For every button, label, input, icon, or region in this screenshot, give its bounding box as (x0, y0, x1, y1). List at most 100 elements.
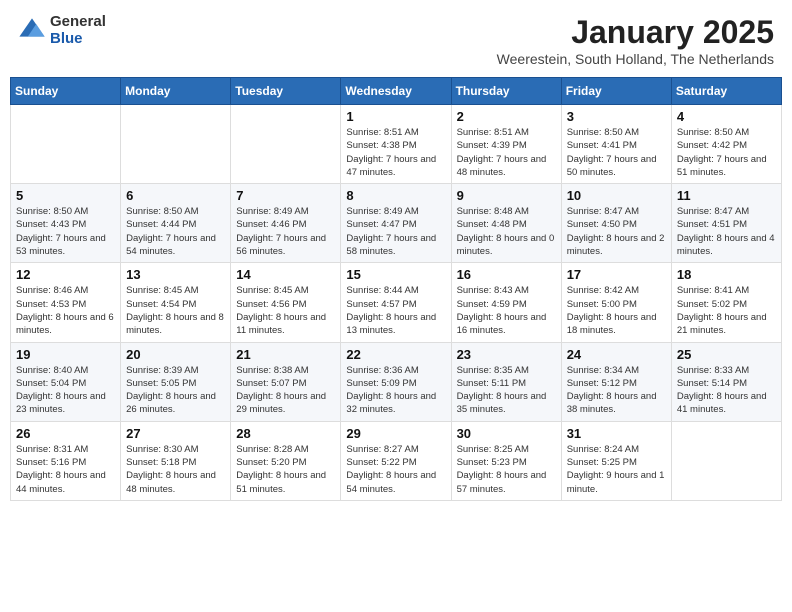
day-info: Sunrise: 8:50 AM Sunset: 4:43 PM Dayligh… (16, 205, 115, 258)
table-row: 10 Sunrise: 8:47 AM Sunset: 4:50 PM Dayli… (561, 184, 671, 263)
table-row: 17 Sunrise: 8:42 AM Sunset: 5:00 PM Dayli… (561, 263, 671, 342)
day-info: Sunrise: 8:47 AM Sunset: 4:50 PM Dayligh… (567, 205, 666, 258)
table-row: 22 Sunrise: 8:36 AM Sunset: 5:09 PM Dayli… (341, 342, 451, 421)
table-row: 29 Sunrise: 8:27 AM Sunset: 5:22 PM Dayli… (341, 421, 451, 500)
table-row: 1 Sunrise: 8:51 AM Sunset: 4:38 PM Daylig… (341, 105, 451, 184)
day-number: 16 (457, 267, 556, 282)
title-block: January 2025 Weerestein, South Holland, … (497, 14, 774, 67)
calendar-table: Sunday Monday Tuesday Wednesday Thursday… (10, 77, 782, 501)
day-info: Sunrise: 8:38 AM Sunset: 5:07 PM Dayligh… (236, 364, 335, 417)
page-header: General Blue January 2025 Weerestein, So… (10, 10, 782, 71)
day-info: Sunrise: 8:40 AM Sunset: 5:04 PM Dayligh… (16, 364, 115, 417)
table-row: 3 Sunrise: 8:50 AM Sunset: 4:41 PM Daylig… (561, 105, 671, 184)
table-row: 11 Sunrise: 8:47 AM Sunset: 4:51 PM Dayli… (671, 184, 781, 263)
table-row: 4Sunrise: 8:50 AM Sunset: 4:42 PM Daylig… (671, 105, 781, 184)
calendar-week-row: 1 Sunrise: 8:51 AM Sunset: 4:38 PM Daylig… (11, 105, 782, 184)
day-number: 28 (236, 426, 335, 441)
calendar-week-row: 5 Sunrise: 8:50 AM Sunset: 4:43 PM Daylig… (11, 184, 782, 263)
logo-icon (18, 17, 46, 45)
day-number: 10 (567, 188, 666, 203)
table-row: 23 Sunrise: 8:35 AM Sunset: 5:11 PM Dayli… (451, 342, 561, 421)
table-row (121, 105, 231, 184)
table-row: 27Sunrise: 8:30 AM Sunset: 5:18 PM Dayli… (121, 421, 231, 500)
day-number: 8 (346, 188, 445, 203)
day-info: Sunrise: 8:43 AM Sunset: 4:59 PM Dayligh… (457, 284, 556, 337)
table-row: 7Sunrise: 8:49 AM Sunset: 4:46 PM Daylig… (231, 184, 341, 263)
calendar-week-row: 26Sunrise: 8:31 AM Sunset: 5:16 PM Dayli… (11, 421, 782, 500)
day-info: Sunrise: 8:27 AM Sunset: 5:22 PM Dayligh… (346, 443, 445, 496)
day-number: 23 (457, 347, 556, 362)
calendar-week-row: 19 Sunrise: 8:40 AM Sunset: 5:04 PM Dayli… (11, 342, 782, 421)
table-row (11, 105, 121, 184)
table-row: 24 Sunrise: 8:34 AM Sunset: 5:12 PM Dayli… (561, 342, 671, 421)
day-info: Sunrise: 8:35 AM Sunset: 5:11 PM Dayligh… (457, 364, 556, 417)
header-saturday: Saturday (671, 78, 781, 105)
day-number: 6 (126, 188, 225, 203)
day-number: 22 (346, 347, 445, 362)
day-number: 14 (236, 267, 335, 282)
day-info: Sunrise: 8:28 AM Sunset: 5:20 PM Dayligh… (236, 443, 335, 496)
weekday-header-row: Sunday Monday Tuesday Wednesday Thursday… (11, 78, 782, 105)
day-info: Sunrise: 8:31 AM Sunset: 5:16 PM Dayligh… (16, 443, 115, 496)
table-row: 5 Sunrise: 8:50 AM Sunset: 4:43 PM Daylig… (11, 184, 121, 263)
table-row: 16 Sunrise: 8:43 AM Sunset: 4:59 PM Dayli… (451, 263, 561, 342)
table-row: 12Sunrise: 8:46 AM Sunset: 4:53 PM Dayli… (11, 263, 121, 342)
day-number: 25 (677, 347, 776, 362)
day-info: Sunrise: 8:41 AM Sunset: 5:02 PM Dayligh… (677, 284, 776, 337)
logo-general-label: General (50, 14, 106, 31)
header-sunday: Sunday (11, 78, 121, 105)
day-info: Sunrise: 8:45 AM Sunset: 4:54 PM Dayligh… (126, 284, 225, 337)
table-row: 28 Sunrise: 8:28 AM Sunset: 5:20 PM Dayli… (231, 421, 341, 500)
day-number: 31 (567, 426, 666, 441)
day-info: Sunrise: 8:45 AM Sunset: 4:56 PM Dayligh… (236, 284, 335, 337)
day-number: 17 (567, 267, 666, 282)
table-row: 9 Sunrise: 8:48 AM Sunset: 4:48 PM Daylig… (451, 184, 561, 263)
day-info: Sunrise: 8:47 AM Sunset: 4:51 PM Dayligh… (677, 205, 776, 258)
day-info: Sunrise: 8:49 AM Sunset: 4:47 PM Dayligh… (346, 205, 445, 258)
day-info: Sunrise: 8:51 AM Sunset: 4:39 PM Dayligh… (457, 126, 556, 179)
day-info: Sunrise: 8:36 AM Sunset: 5:09 PM Dayligh… (346, 364, 445, 417)
day-number: 1 (346, 109, 445, 124)
day-number: 20 (126, 347, 225, 362)
day-info: Sunrise: 8:49 AM Sunset: 4:46 PM Dayligh… (236, 205, 335, 258)
day-info: Sunrise: 8:39 AM Sunset: 5:05 PM Dayligh… (126, 364, 225, 417)
day-info: Sunrise: 8:30 AM Sunset: 5:18 PM Dayligh… (126, 443, 225, 496)
table-row: 2 Sunrise: 8:51 AM Sunset: 4:39 PM Daylig… (451, 105, 561, 184)
day-number: 19 (16, 347, 115, 362)
day-info: Sunrise: 8:42 AM Sunset: 5:00 PM Dayligh… (567, 284, 666, 337)
day-info: Sunrise: 8:24 AM Sunset: 5:25 PM Dayligh… (567, 443, 666, 496)
table-row: 6Sunrise: 8:50 AM Sunset: 4:44 PM Daylig… (121, 184, 231, 263)
calendar-week-row: 12Sunrise: 8:46 AM Sunset: 4:53 PM Dayli… (11, 263, 782, 342)
day-number: 9 (457, 188, 556, 203)
table-row: 13 Sunrise: 8:45 AM Sunset: 4:54 PM Dayli… (121, 263, 231, 342)
day-number: 15 (346, 267, 445, 282)
day-number: 5 (16, 188, 115, 203)
header-thursday: Thursday (451, 78, 561, 105)
logo-blue-label: Blue (50, 31, 106, 48)
day-number: 2 (457, 109, 556, 124)
day-info: Sunrise: 8:25 AM Sunset: 5:23 PM Dayligh… (457, 443, 556, 496)
table-row: 31 Sunrise: 8:24 AM Sunset: 5:25 PM Dayli… (561, 421, 671, 500)
day-number: 24 (567, 347, 666, 362)
logo: General Blue (18, 14, 106, 47)
table-row: 26Sunrise: 8:31 AM Sunset: 5:16 PM Dayli… (11, 421, 121, 500)
table-row (671, 421, 781, 500)
calendar-location: Weerestein, South Holland, The Netherlan… (497, 51, 774, 67)
table-row: 8 Sunrise: 8:49 AM Sunset: 4:47 PM Daylig… (341, 184, 451, 263)
day-info: Sunrise: 8:33 AM Sunset: 5:14 PM Dayligh… (677, 364, 776, 417)
day-number: 29 (346, 426, 445, 441)
day-info: Sunrise: 8:34 AM Sunset: 5:12 PM Dayligh… (567, 364, 666, 417)
day-info: Sunrise: 8:50 AM Sunset: 4:41 PM Dayligh… (567, 126, 666, 179)
day-number: 13 (126, 267, 225, 282)
day-number: 4 (677, 109, 776, 124)
day-info: Sunrise: 8:46 AM Sunset: 4:53 PM Dayligh… (16, 284, 115, 337)
day-info: Sunrise: 8:51 AM Sunset: 4:38 PM Dayligh… (346, 126, 445, 179)
header-wednesday: Wednesday (341, 78, 451, 105)
day-info: Sunrise: 8:44 AM Sunset: 4:57 PM Dayligh… (346, 284, 445, 337)
day-number: 3 (567, 109, 666, 124)
day-number: 11 (677, 188, 776, 203)
day-info: Sunrise: 8:48 AM Sunset: 4:48 PM Dayligh… (457, 205, 556, 258)
table-row: 14 Sunrise: 8:45 AM Sunset: 4:56 PM Dayli… (231, 263, 341, 342)
day-number: 21 (236, 347, 335, 362)
table-row: 19 Sunrise: 8:40 AM Sunset: 5:04 PM Dayli… (11, 342, 121, 421)
